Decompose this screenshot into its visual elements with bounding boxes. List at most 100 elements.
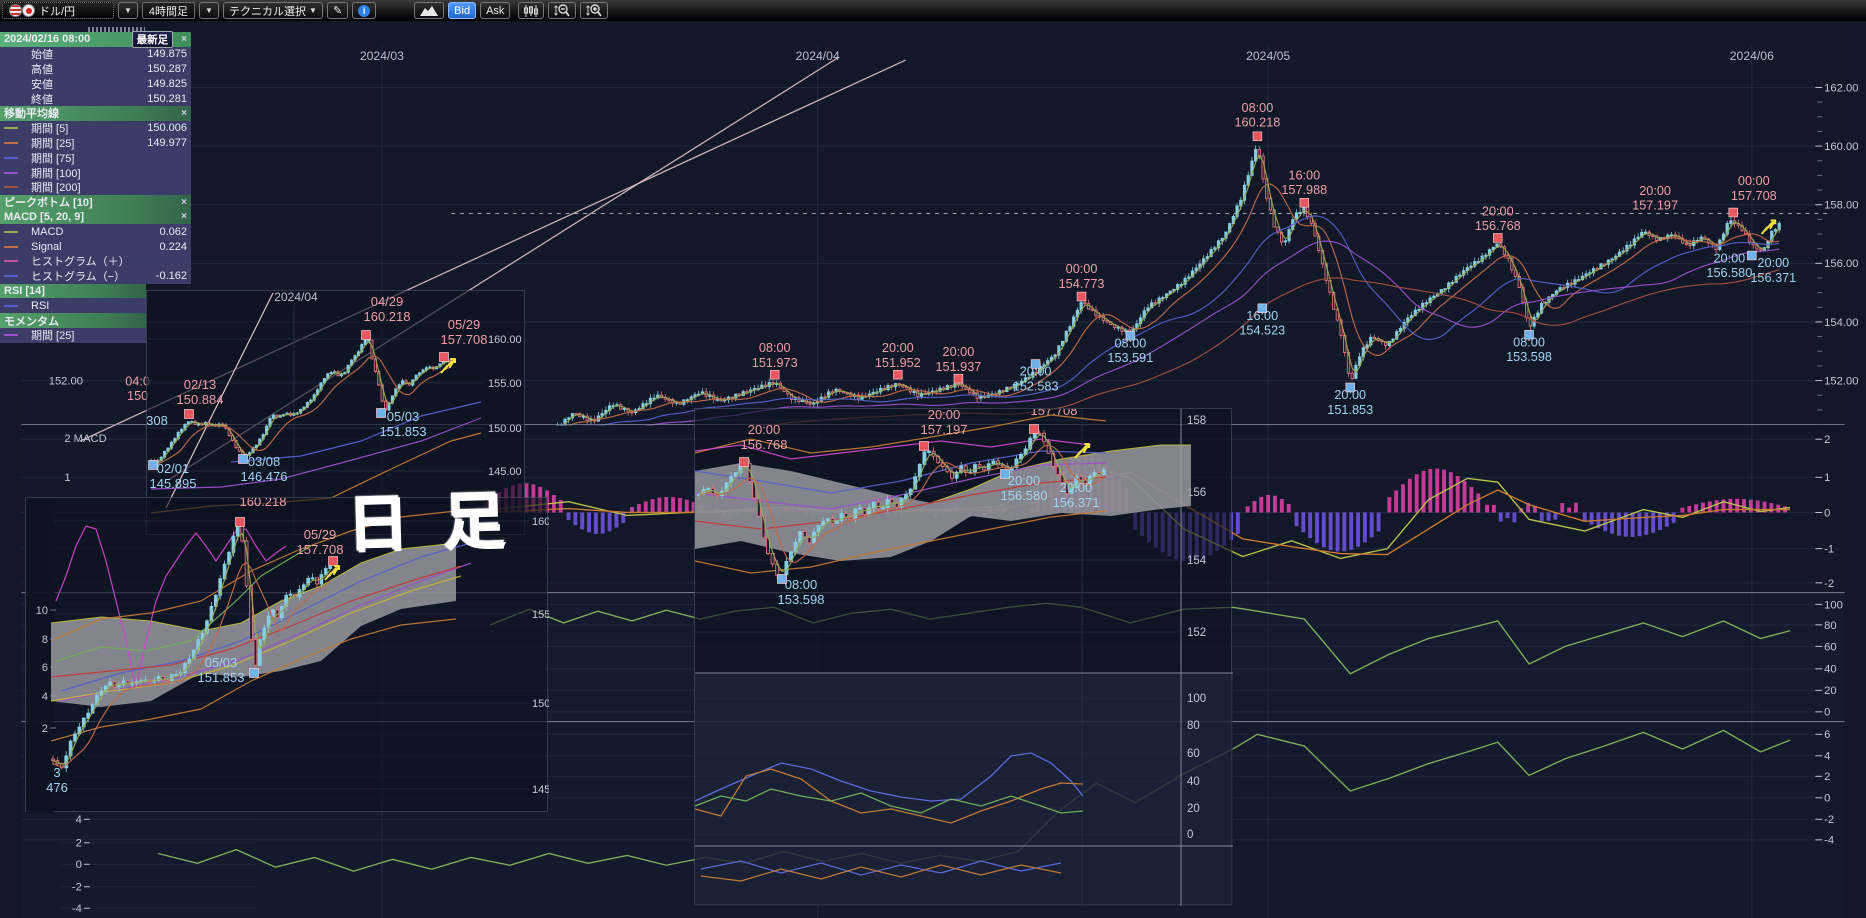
mountain-icon [420,5,438,16]
candle-chart-button[interactable] [518,2,544,19]
line-color-swatch [4,186,18,188]
svg-text:162.00: 162.00 [1824,82,1858,94]
svg-text:145: 145 [532,784,549,796]
panel-label: 期間 [25] [31,135,74,151]
panel-label: 終値 [31,91,53,107]
svg-text:2024/04: 2024/04 [274,291,318,304]
panel-value: -0.162 [156,270,187,282]
svg-text:157.197: 157.197 [921,422,968,437]
panel-row-安値: 安値149.825 [0,76,191,91]
line-color-swatch [4,127,18,129]
panel-header-ピークボトム [10][interactable]: ピークボトム [10] × [0,195,191,210]
svg-text:152.00: 152.00 [1824,375,1858,387]
panel-label: ピークボトム [10] [4,194,93,210]
svg-text:4: 4 [42,691,48,703]
svg-text:157.197: 157.197 [1632,199,1678,213]
svg-text:02/01: 02/01 [157,461,190,476]
svg-text:154.773: 154.773 [1059,277,1105,291]
svg-text:05/29: 05/29 [448,317,481,332]
svg-text:0: 0 [1824,707,1830,719]
area-chart-button[interactable] [414,2,444,19]
svg-text:156.768: 156.768 [1475,219,1521,233]
svg-text:10: 10 [36,605,48,617]
ask-button[interactable]: Ask [480,2,510,19]
inset-4h-ichimoku-window[interactable]: 15815615415210080604020020:00156.76820:0… [694,408,1232,905]
svg-text:0: 0 [76,859,82,871]
pencil-icon: ✎ [333,4,342,17]
svg-text:154.523: 154.523 [1239,324,1285,338]
panel-value: 149.875 [147,48,187,60]
panel-label: ヒストグラム（−） [31,268,125,284]
close-icon[interactable]: × [177,34,187,45]
pair-dropdown-button[interactable]: ▼ [118,2,138,19]
panel-label: 期間 [75] [31,150,74,166]
latest-bar-button[interactable]: 最新足 [132,31,174,48]
zoom-out-button[interactable] [548,2,576,19]
svg-text:04/29: 04/29 [371,294,404,309]
svg-text:2: 2 [1824,434,1830,446]
zoom-in-button[interactable] [580,2,608,19]
panel-label: 期間 [100] [31,165,81,181]
svg-text:08:00: 08:00 [1242,101,1274,115]
panel-header-2024/02/16 08:00[interactable]: 2024/02/16 08:00最新足× [0,32,191,47]
svg-text:157.708: 157.708 [297,542,344,557]
currency-pair-selector[interactable]: ドル/円 [2,2,114,19]
panel-header-RSI [14][interactable]: RSI [14] [0,284,146,299]
chart-stage[interactable]: 2024/032024/042024/052024/06162.00160.00… [0,21,1866,918]
bid-button[interactable]: Bid [448,2,476,19]
svg-text:0: 0 [1824,793,1830,805]
panel-drag-handle[interactable] [88,27,145,32]
svg-text:156.371: 156.371 [1053,495,1100,510]
svg-text:00:00: 00:00 [1738,174,1770,188]
svg-text:4: 4 [76,814,82,826]
timeframe-selector[interactable]: 4時間足 [142,2,195,19]
svg-text:0: 0 [1824,507,1830,519]
info-icon: i [358,5,370,17]
svg-text:155: 155 [532,609,549,621]
svg-text:100: 100 [1824,599,1843,611]
panel-header-MACD [5, 20, 9][interactable]: MACD [5, 20, 9]× [0,210,191,225]
svg-text:05/29: 05/29 [304,527,337,542]
panel-value: 150.281 [147,93,187,105]
panel-label: Signal [31,241,62,253]
svg-text:153.591: 153.591 [1107,351,1153,365]
panel-row-ヒストグラム（＋）: ヒストグラム（＋） [0,254,191,269]
svg-text:476: 476 [46,780,68,795]
svg-text:2: 2 [42,723,48,735]
svg-text:2024/06: 2024/06 [1730,49,1774,63]
svg-text:160.00: 160.00 [488,334,522,346]
draw-pencil-button[interactable]: ✎ [327,2,348,19]
line-color-swatch [4,172,18,174]
panel-label: 始値 [31,46,53,62]
svg-text:20:00: 20:00 [1713,251,1745,265]
svg-text:151.853: 151.853 [1327,403,1373,417]
svg-text:60: 60 [1187,748,1200,760]
us-flag-icon [9,4,22,17]
svg-text:157.708: 157.708 [1731,189,1777,203]
svg-text:100: 100 [1187,693,1206,705]
svg-text:6: 6 [1824,729,1830,741]
handwritten-annotation-daily: 日足 [345,469,539,564]
panel-row-期間 [75]: 期間 [75] [0,150,191,165]
timeframe-dropdown-button[interactable]: ▼ [199,2,219,19]
svg-text:150.884: 150.884 [177,392,224,407]
svg-text:20: 20 [1824,685,1836,697]
close-icon[interactable]: × [177,197,187,208]
svg-text:-2: -2 [72,882,82,894]
indicator-data-panel[interactable]: 2024/02/16 08:00最新足×始値149.875高値150.287安値… [0,27,191,343]
panel-value: 149.825 [147,78,187,90]
svg-text:152.583: 152.583 [1013,379,1059,393]
technical-select-button[interactable]: テクニカル選択 ▼ [223,2,323,19]
panel-header-移動平均線[interactable]: 移動平均線× [0,106,191,121]
panel-row-期間 [25]: 期間 [25] [0,328,146,343]
close-icon[interactable]: × [177,108,187,119]
info-button[interactable]: i [352,2,376,19]
svg-text:08:00: 08:00 [759,341,791,355]
zoom-in-icon [586,4,602,17]
line-color-swatch [4,246,18,248]
panel-header-モメンタム[interactable]: モメンタム [0,313,146,328]
svg-text:150: 150 [532,698,549,710]
panel-label: RSI [31,300,49,312]
close-icon[interactable]: × [177,211,187,222]
line-color-swatch [4,275,18,277]
